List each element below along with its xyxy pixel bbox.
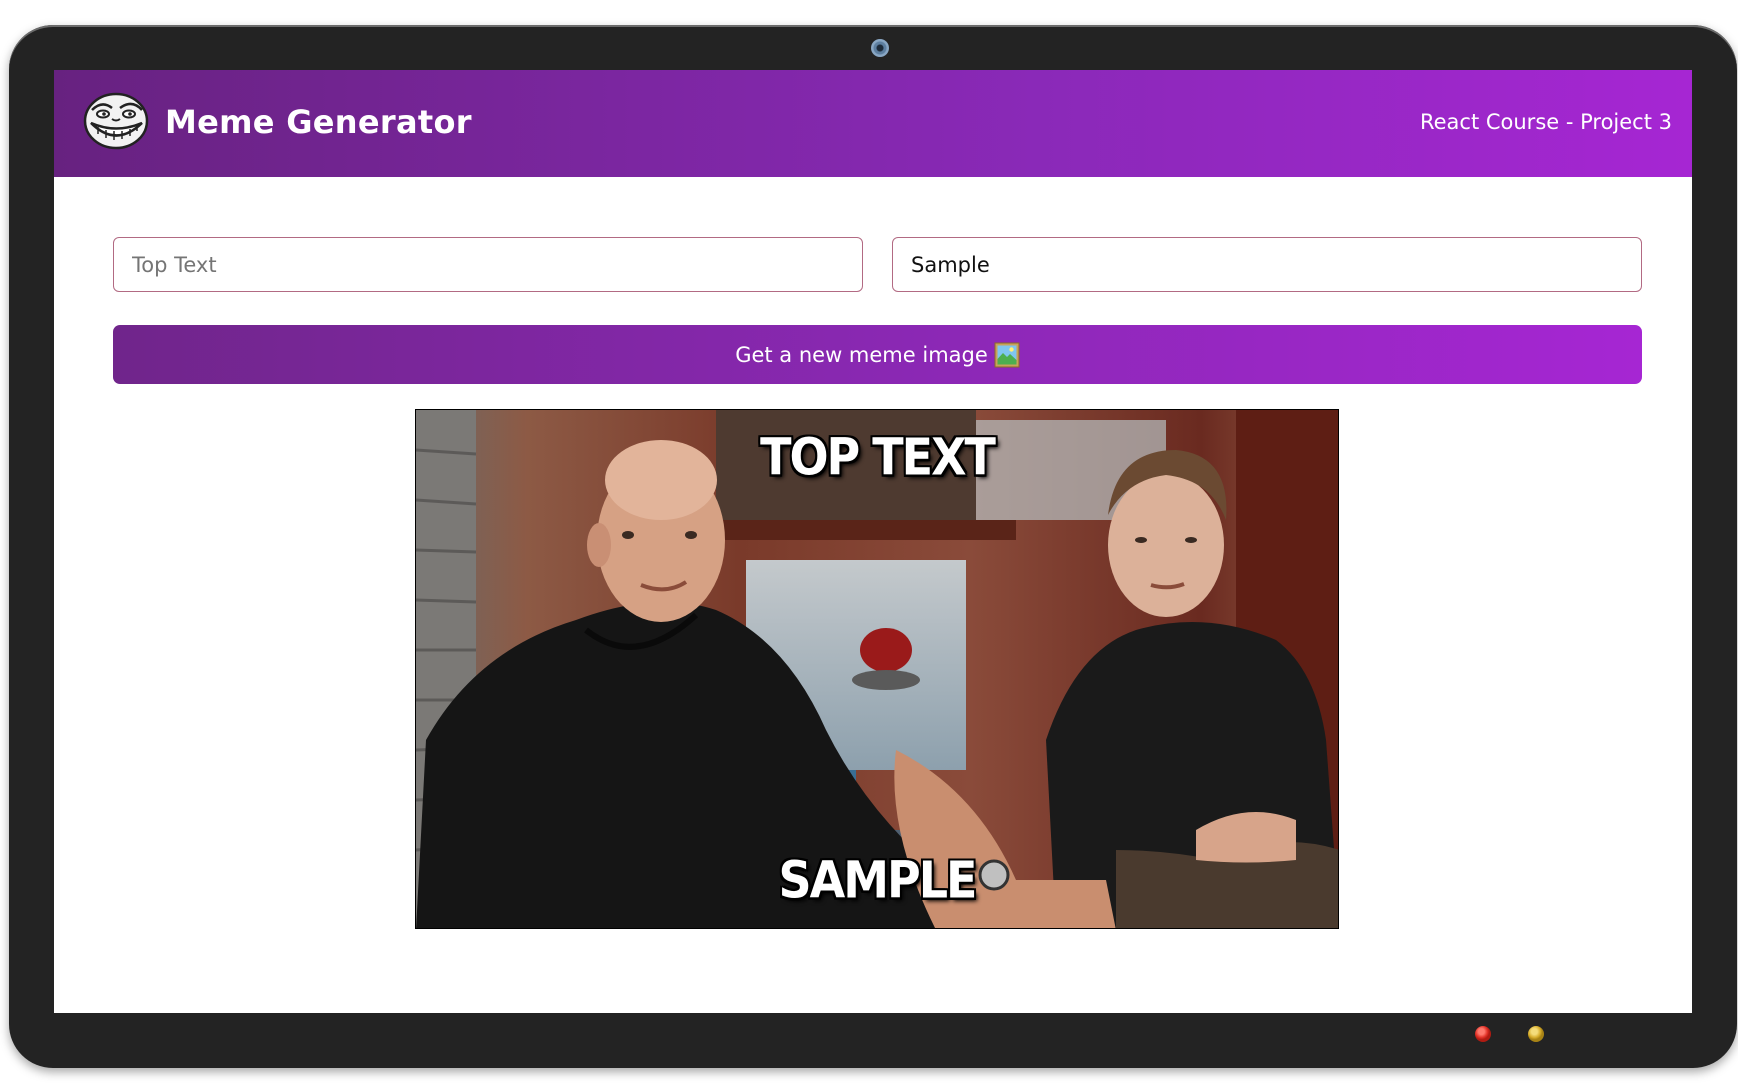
troll-face-icon: [83, 92, 149, 150]
red-indicator-icon: [1475, 1026, 1491, 1042]
top-text-input[interactable]: [113, 237, 863, 292]
meme-image: Top Text Sample: [415, 409, 1339, 929]
course-label: React Course - Project 3: [1419, 110, 1672, 134]
meme-top-text: Top Text: [760, 427, 996, 487]
camera-icon: [871, 39, 889, 57]
get-new-meme-image-button[interactable]: Get a new meme image: [113, 325, 1642, 384]
app-screen: Meme Generator React Course - Project 3 …: [54, 70, 1692, 1013]
device-frame: Meme Generator React Course - Project 3 …: [9, 25, 1737, 1068]
framed-picture-icon: [994, 342, 1020, 367]
meme-bottom-text: Sample: [778, 850, 978, 910]
bottom-text-input[interactable]: [892, 237, 1642, 292]
yellow-indicator-icon: [1528, 1026, 1544, 1042]
app-title: Meme Generator: [165, 103, 472, 141]
get-new-meme-image-label: Get a new meme image: [735, 342, 988, 367]
app-header: Meme Generator React Course - Project 3: [54, 70, 1692, 177]
